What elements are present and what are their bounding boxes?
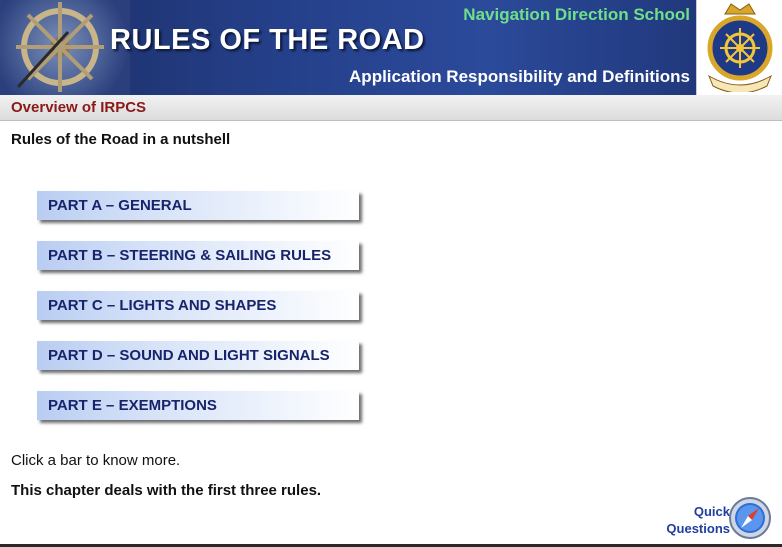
- school-crest-icon: [707, 3, 773, 92]
- part-b-bar[interactable]: PART B – STEERING & SAILING RULES: [37, 241, 359, 270]
- compass-icon: [729, 497, 771, 539]
- module-subtitle: Application Responsibility and Definitio…: [349, 67, 690, 86]
- instruction-text: Click a bar to know more.: [11, 452, 181, 469]
- crest-panel: [696, 0, 782, 95]
- part-e-label: PART E – EXEMPTIONS: [48, 397, 217, 414]
- part-d-bar[interactable]: PART D – SOUND AND LIGHT SIGNALS: [37, 341, 359, 370]
- quick-label-line2: Questions: [666, 521, 730, 536]
- ship-wheel-icon: [16, 2, 104, 92]
- part-a-bar[interactable]: PART A – GENERAL: [37, 191, 359, 220]
- section-title: Overview of IRPCS: [11, 99, 147, 116]
- part-a-label: PART A – GENERAL: [48, 197, 192, 214]
- app-title: RULES OF THE ROAD: [110, 24, 425, 56]
- part-c-label: PART C – LIGHTS AND SHAPES: [48, 297, 277, 314]
- part-b-label: PART B – STEERING & SAILING RULES: [48, 247, 332, 264]
- chapter-note: This chapter deals with the first three …: [11, 482, 322, 499]
- section-bar: Overview of IRPCS: [0, 95, 782, 121]
- quick-questions-label: Quick Questions: [650, 503, 730, 537]
- quick-questions-button[interactable]: Quick Questions: [660, 496, 780, 542]
- quick-label-line1: Quick: [693, 504, 730, 519]
- part-c-bar[interactable]: PART C – LIGHTS AND SHAPES: [37, 291, 359, 320]
- part-d-label: PART D – SOUND AND LIGHT SIGNALS: [48, 347, 330, 364]
- school-name: Navigation Direction School: [463, 5, 690, 24]
- header-banner: RULES OF THE ROAD Navigation Direction S…: [0, 0, 696, 95]
- part-e-bar[interactable]: PART E – EXEMPTIONS: [37, 391, 359, 420]
- page-heading: Rules of the Road in a nutshell: [11, 131, 231, 148]
